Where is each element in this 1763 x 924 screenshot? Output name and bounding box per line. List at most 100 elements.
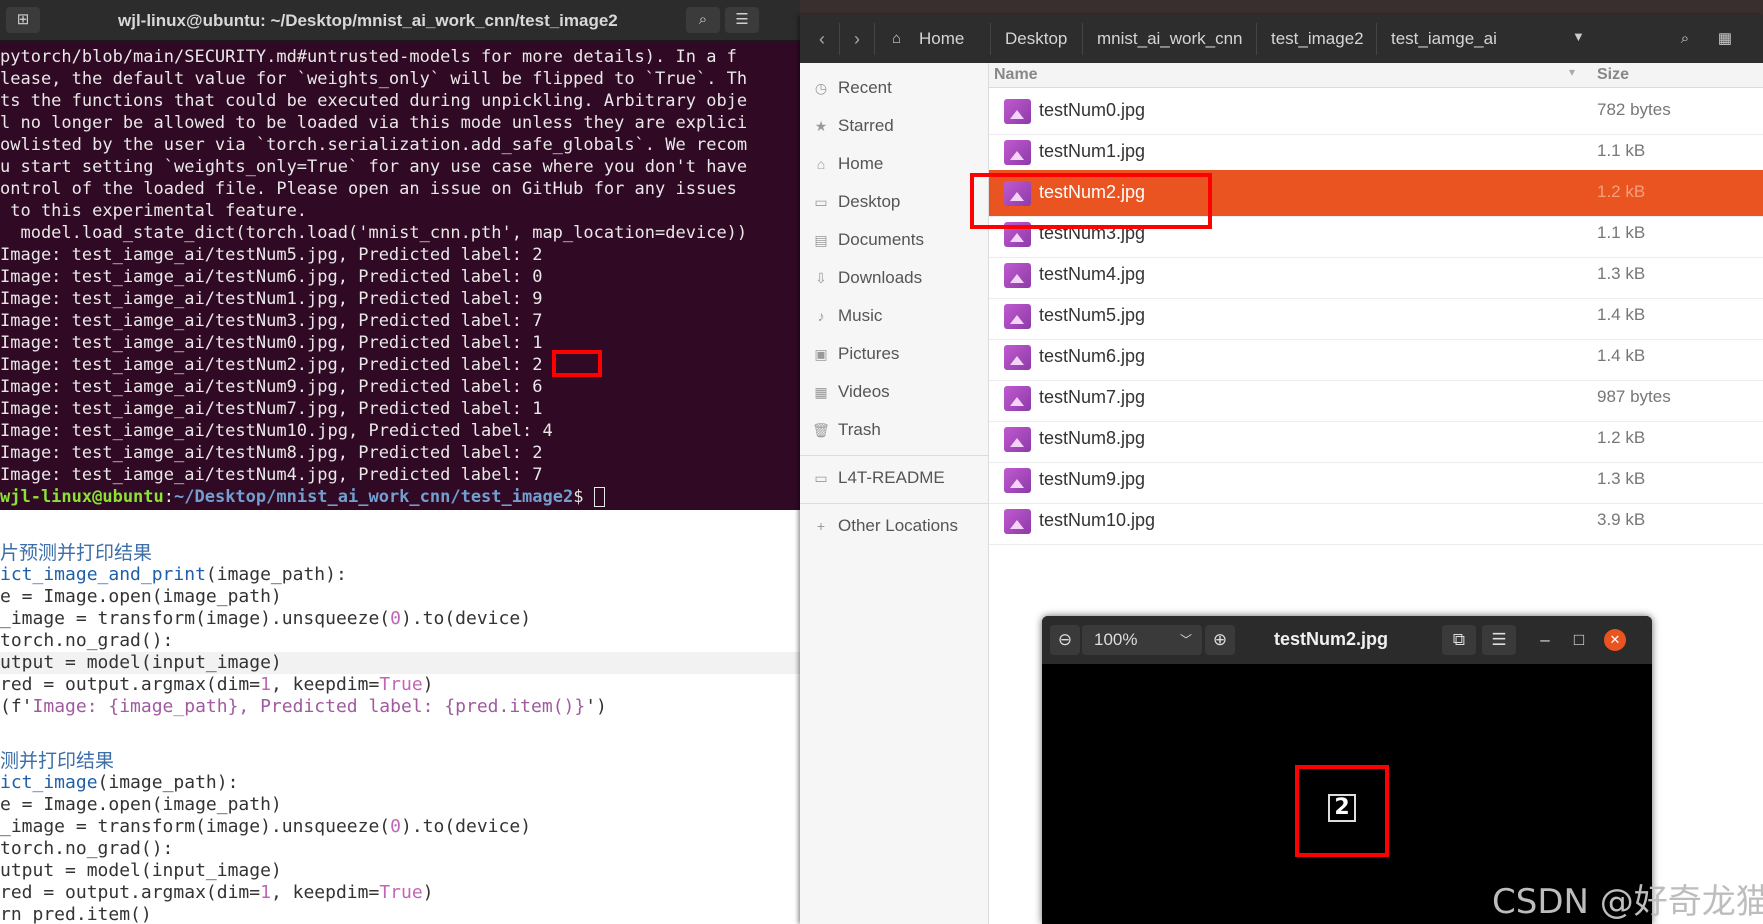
prediction-line: Image: test_iamge_ai/testNum9.jpg, Predi… — [0, 377, 543, 397]
chevron-down-icon: ﹀ — [1179, 633, 1192, 647]
video-icon: ▦ — [814, 384, 828, 400]
file-row[interactable]: testNum9.jpg 1.3 kB — [989, 457, 1763, 504]
terminal-line: model.load_state_dict(torch.load('mnist_… — [0, 223, 748, 243]
sidebar-item-pictures[interactable]: ▣ Pictures — [812, 341, 899, 367]
search-icon[interactable]: ⌕ — [686, 7, 720, 33]
highlight-box-selected-file — [970, 173, 1212, 229]
sidebar-item-starred[interactable]: ★ Starred — [812, 113, 894, 139]
terminal-line: u start setting `weights_only=True` for … — [0, 157, 748, 177]
search-icon[interactable]: ⌕ — [1668, 23, 1702, 55]
column-size[interactable]: Size — [1597, 66, 1629, 84]
image-file-icon — [1004, 345, 1031, 370]
shell-prompt[interactable]: wjl-linux@ubuntu:~/Desktop/mnist_ai_work… — [0, 486, 605, 508]
prompt-path: ~/Desktop/mnist_ai_work_cnn/test_image2 — [174, 487, 574, 507]
prediction-line: Image: test_iamge_ai/testNum4.jpg, Predi… — [0, 465, 543, 485]
file-row[interactable]: testNum8.jpg 1.2 kB — [989, 416, 1763, 463]
sidebar-item-other-locations[interactable]: + Other Locations — [812, 513, 958, 539]
sidebar-item-home[interactable]: ⌂ Home — [812, 151, 884, 177]
terminal-line: ontrol of the loaded file. Please open a… — [0, 179, 737, 199]
text-cursor — [593, 487, 605, 507]
file-row[interactable]: testNum6.jpg 1.4 kB — [989, 334, 1763, 381]
file-list[interactable]: Name ▾ Size testNum0.jpg 782 bytes testNu… — [989, 63, 1763, 583]
prediction-line: Image: test_iamge_ai/testNum10.jpg, Pred… — [0, 421, 553, 441]
code-line: _image = transform(image).unsqueeze(0).t… — [0, 816, 532, 837]
gallery-icon[interactable]: ⧉ — [1442, 625, 1476, 655]
file-row[interactable]: testNum5.jpg 1.4 kB — [989, 293, 1763, 340]
file-manager-header: ‹ › ⌂ Home Desktop mnist_ai_work_cnn tes… — [800, 15, 1763, 63]
prediction-line-testnum2: Image: test_iamge_ai/testNum2.jpg, Predi… — [0, 355, 543, 375]
zoom-level-select[interactable]: 100% ﹀ — [1082, 625, 1202, 655]
sidebar-item-documents[interactable]: ▤ Documents — [812, 227, 924, 253]
code-line: torch.no_grad(): — [0, 838, 174, 859]
code-line: (f'Image: {image_path}, Predicted label:… — [0, 696, 607, 717]
image-file-icon — [1004, 263, 1031, 288]
prediction-line: Image: test_iamge_ai/testNum1.jpg, Predi… — [0, 289, 543, 309]
file-row[interactable]: testNum1.jpg 1.1 kB — [989, 129, 1763, 176]
image-file-icon — [1004, 304, 1031, 329]
code-line: ict_image(image_path): — [0, 772, 239, 793]
sidebar-item-recent[interactable]: ◷ Recent — [812, 75, 892, 101]
prediction-line: Image: test_iamge_ai/testNum7.jpg, Predi… — [0, 399, 543, 419]
menu-icon[interactable]: ☰ — [1482, 625, 1516, 655]
zoom-in-icon[interactable]: ⊕ — [1205, 625, 1235, 655]
breadcrumb-desktop[interactable]: Desktop — [990, 23, 1081, 55]
prediction-line: Image: test_iamge_ai/testNum5.jpg, Predi… — [0, 245, 543, 265]
code-line-current: utput = model(input_image) — [0, 652, 800, 674]
menu-icon[interactable]: ☰ — [725, 7, 759, 33]
sidebar-item-desktop[interactable]: ▭ Desktop — [812, 189, 900, 215]
terminal-window[interactable]: ⊞ wjl-linux@ubuntu: ~/Desktop/mnist_ai_w… — [0, 0, 800, 510]
file-row[interactable]: testNum0.jpg 782 bytes — [989, 88, 1763, 135]
forward-icon[interactable]: › — [840, 23, 875, 55]
breadcrumb-mnist-ai-work-cnn[interactable]: mnist_ai_work_cnn — [1082, 23, 1257, 55]
terminal-output[interactable]: pytorch/blob/main/SECURITY.md#untrusted-… — [0, 46, 800, 510]
file-row[interactable]: testNum10.jpg 3.9 kB — [989, 498, 1763, 545]
image-file-icon — [1004, 140, 1031, 165]
view-grid-icon[interactable]: ▦ — [1708, 23, 1742, 55]
sidebar-divider — [800, 503, 988, 504]
breadcrumb-home[interactable]: Home — [905, 23, 978, 55]
code-line: e = Image.open(image_path) — [0, 586, 282, 607]
sidebar-item-music[interactable]: ♪ Music — [812, 303, 883, 329]
terminal-line: l no longer be allowed to be loaded via … — [0, 113, 748, 133]
sidebar-item-videos[interactable]: ▦ Videos — [812, 379, 889, 405]
sort-chevron-icon: ▾ — [1569, 65, 1576, 79]
close-icon[interactable]: ✕ — [1604, 629, 1626, 651]
terminal-line: to this experimental feature. — [0, 201, 308, 221]
file-row[interactable]: testNum4.jpg 1.3 kB — [989, 252, 1763, 299]
download-icon: ⇩ — [815, 270, 827, 286]
places-sidebar: ◷ Recent ★ Starred ⌂ Home ▭ Desktop ▤ Documen… — [800, 63, 989, 924]
home-icon: ⌂ — [892, 30, 902, 47]
terminal-line: owlisted by the user via `torch.serializ… — [0, 135, 748, 155]
breadcrumb-test-image2[interactable]: test_image2 — [1256, 23, 1378, 55]
trash-icon: 🗑 — [812, 422, 830, 438]
maximize-icon[interactable]: □ — [1566, 625, 1592, 655]
code-line: e = Image.open(image_path) — [0, 794, 282, 815]
image-file-icon — [1004, 468, 1031, 493]
sidebar-item-l4t-readme[interactable]: ▭ L4T-README — [812, 465, 944, 491]
prediction-line: Image: test_iamge_ai/testNum0.jpg, Predi… — [0, 333, 543, 353]
picture-icon: ▣ — [814, 346, 828, 362]
file-row[interactable]: testNum7.jpg 987 bytes — [989, 375, 1763, 422]
new-tab-icon[interactable]: ⊞ — [6, 7, 40, 33]
code-editor[interactable]: 片预测并打印结果 ict_image_and_print(image_path)… — [0, 510, 800, 924]
breadcrumb-test-iamge-ai[interactable]: test_iamge_ai — [1376, 23, 1511, 55]
sidebar-item-trash[interactable]: 🗑 Trash — [812, 417, 881, 443]
code-line: _image = transform(image).unsqueeze(0).t… — [0, 608, 532, 629]
chevron-down-icon[interactable]: ▼ — [1572, 29, 1585, 44]
terminal-header: ⊞ wjl-linux@ubuntu: ~/Desktop/mnist_ai_w… — [0, 0, 800, 41]
image-file-icon — [1004, 386, 1031, 411]
home-icon: ⌂ — [816, 156, 826, 172]
code-line: torch.no_grad(): — [0, 630, 174, 651]
column-name[interactable]: Name — [994, 66, 1038, 84]
sidebar-item-downloads[interactable]: ⇩ Downloads — [812, 265, 922, 291]
zoom-out-icon[interactable]: ⊖ — [1050, 625, 1080, 655]
terminal-line: lease, the default value for `weights_on… — [0, 69, 748, 89]
code-line: utput = model(input_image) — [0, 860, 282, 881]
minimize-icon[interactable]: – — [1532, 625, 1558, 655]
prompt-user: wjl-linux@ubuntu — [0, 487, 164, 507]
terminal-title: wjl-linux@ubuntu: ~/Desktop/mnist_ai_wor… — [118, 11, 618, 30]
watermark: CSDN @好奇龙猫 — [1492, 882, 1763, 922]
image-viewer-header: ⊖ 100% ﹀ ⊕ testNum2.jpg ⧉ ☰ – □ ✕ — [1042, 616, 1652, 664]
prediction-line: Image: test_iamge_ai/testNum8.jpg, Predi… — [0, 443, 543, 463]
back-icon[interactable]: ‹ — [805, 23, 840, 55]
